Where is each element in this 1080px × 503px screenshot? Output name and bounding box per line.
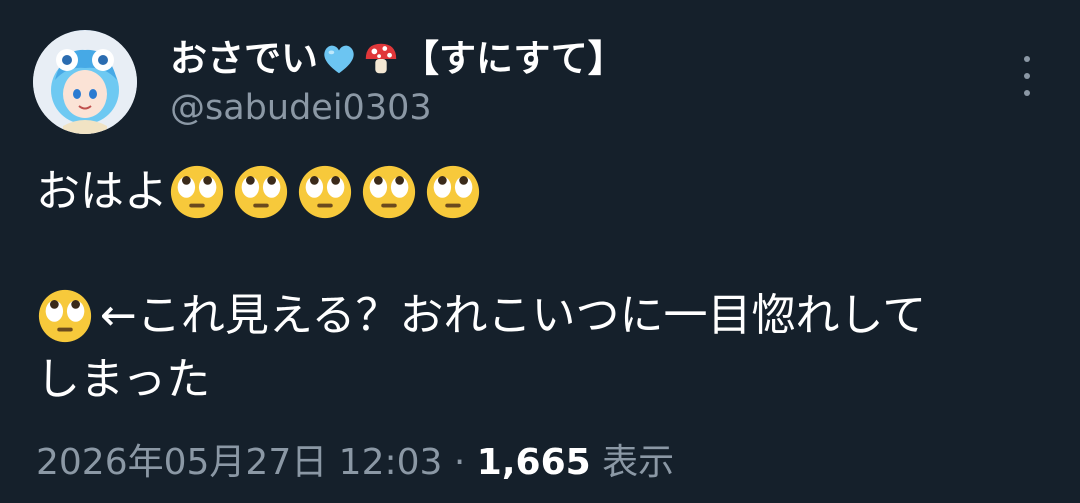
avatar[interactable] [33, 30, 137, 134]
tweet-line-1: おはよ [36, 160, 1056, 224]
tweet-line-3: しまった [36, 348, 1056, 412]
separator: · [453, 442, 466, 483]
tweet-line-2: ←これ見える？おれこいつに一目惚れして [36, 284, 1056, 348]
avatar-image [33, 30, 137, 134]
timestamp[interactable]: 2026年05月27日 12:03 [36, 442, 442, 483]
dot [1024, 90, 1030, 96]
tweet-meta: 2026年05月27日 12:03 · 1,665 表示 [36, 438, 674, 488]
views-count[interactable]: 1,665 [477, 442, 591, 483]
views-label: 表示 [602, 442, 675, 483]
tweet-header: おさでい 【すにすて】 @sabudei0303 [170, 34, 625, 132]
eyes-emoji-row [168, 163, 488, 221]
light-blue-heart-icon [320, 40, 358, 78]
rolling-eyes-emoji-icon [296, 163, 354, 221]
display-name-prefix: おさでい [170, 37, 318, 80]
greeting-text: おはよ [36, 166, 168, 217]
tweet-text: おはよ ←これ見える？おれこいつに一目惚れして しまった [36, 160, 1056, 412]
rolling-eyes-emoji-icon [232, 163, 290, 221]
question-text: ←これ見える？おれこいつに一目惚れして [100, 290, 927, 341]
display-name[interactable]: おさでい 【すにすて】 [170, 34, 625, 84]
dot [1024, 56, 1030, 62]
more-options-icon[interactable] [1012, 56, 1042, 96]
dot [1024, 73, 1030, 79]
rolling-eyes-emoji-icon [360, 163, 418, 221]
rolling-eyes-emoji-icon [168, 163, 226, 221]
mushroom-icon [362, 40, 400, 78]
display-name-suffix: 【すにすて】 [402, 37, 625, 80]
rolling-eyes-emoji-icon [36, 287, 94, 345]
closing-text: しまった [36, 354, 211, 405]
user-handle[interactable]: @sabudei0303 [170, 84, 625, 132]
rolling-eyes-emoji-icon [424, 163, 482, 221]
